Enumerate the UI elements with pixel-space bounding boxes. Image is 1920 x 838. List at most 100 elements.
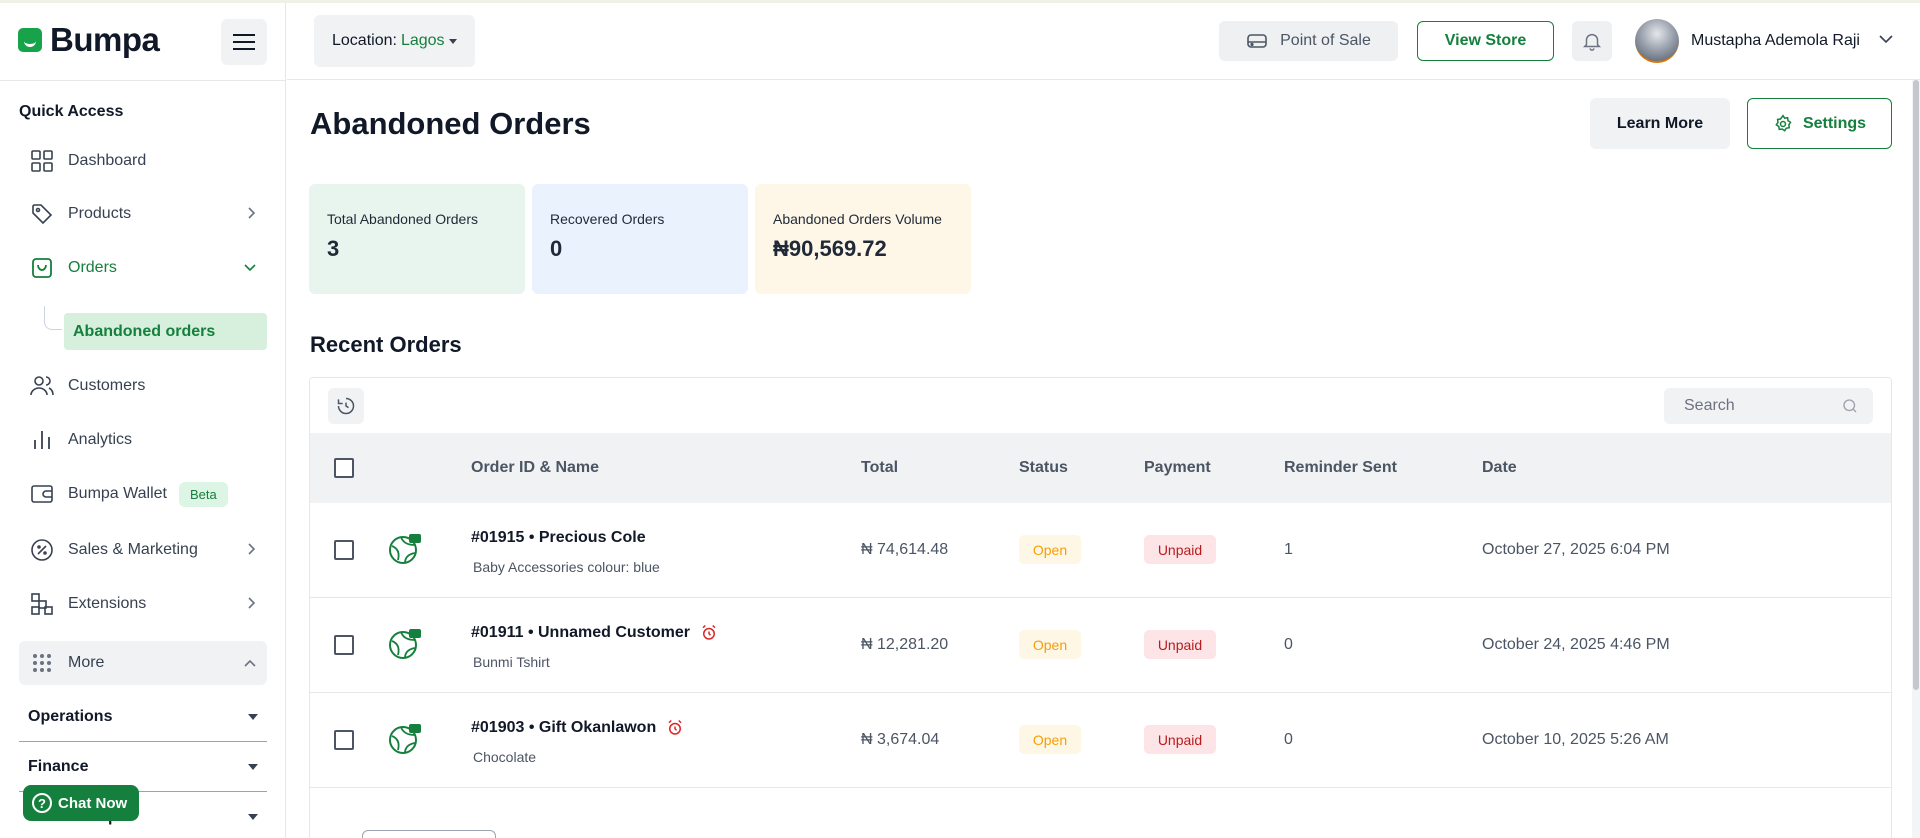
percent-icon — [28, 536, 56, 564]
grid-icon — [28, 147, 56, 175]
search-box — [1664, 388, 1873, 424]
order-title: #01911 • Unnamed Customer — [471, 624, 691, 641]
subnav-connector — [44, 306, 62, 330]
order-title: #01903 • Gift Okanlawon — [471, 719, 657, 736]
users-icon — [28, 372, 56, 400]
sidebar-item-dashboard[interactable]: Dashboard — [19, 141, 267, 181]
status-badge: Open — [1019, 725, 1081, 754]
sidebar-item-label: Orders — [68, 259, 117, 276]
order-total: ₦ 3,674.04 — [861, 731, 940, 748]
sidebar-item-label: Extensions — [68, 595, 147, 612]
sidebar-item-customers[interactable]: Customers — [19, 366, 267, 406]
sidebar-divider — [0, 80, 285, 81]
row-checkbox[interactable] — [334, 635, 354, 655]
stat-value: ₦90,569.72 — [773, 236, 887, 261]
learn-more-button[interactable]: Learn More — [1590, 98, 1730, 149]
hamburger-icon — [233, 41, 255, 43]
chevron-right-icon — [248, 207, 256, 219]
sidebar: Bumpa Quick Access Dashboard Products Or… — [0, 3, 286, 838]
sidebar-item-label: Analytics — [68, 431, 133, 448]
payment-badge: Unpaid — [1144, 535, 1216, 564]
reminder-count: 1 — [1284, 541, 1293, 558]
row-checkbox[interactable] — [334, 730, 354, 750]
stat-value: 3 — [327, 236, 340, 261]
sidebar-item-more[interactable]: More — [19, 641, 267, 685]
refresh-button[interactable] — [328, 388, 364, 424]
brand-name: Bumpa — [50, 21, 160, 58]
user-name[interactable]: Mustapha Ademola Raji — [1691, 32, 1860, 50]
sidebar-item-bumpa-wallet[interactable]: Bumpa Wallet Beta — [19, 474, 267, 514]
sidebar-item-extensions[interactable]: Extensions — [19, 584, 267, 624]
column-header-reminder[interactable]: Reminder Sent — [1284, 459, 1397, 477]
chevron-down-icon[interactable] — [1878, 34, 1894, 44]
pos-terminal-icon — [1247, 34, 1267, 48]
column-header-order[interactable]: Order ID & Name — [471, 459, 599, 477]
menu-toggle-button[interactable] — [221, 19, 267, 65]
sidebar-subitem-abandoned-orders[interactable]: Abandoned orders — [64, 313, 267, 350]
location-label: Location: — [332, 32, 397, 49]
online-store-globe-icon — [389, 629, 421, 659]
select-all-checkbox[interactable] — [334, 458, 354, 478]
status-badge: Open — [1019, 535, 1081, 564]
column-header-date[interactable]: Date — [1482, 459, 1517, 477]
payment-badge: Unpaid — [1144, 725, 1216, 754]
search-input[interactable] — [1684, 397, 1834, 415]
sidebar-item-label: Bumpa Wallet — [68, 485, 167, 502]
dots-grid-icon — [28, 649, 56, 677]
stat-card-volume: Abandoned Orders Volume ₦90,569.72 — [755, 184, 971, 294]
sidebar-item-label: Products — [68, 205, 132, 222]
settings-button[interactable]: Settings — [1747, 98, 1892, 149]
beta-badge: Beta — [179, 481, 228, 507]
row-checkbox[interactable] — [334, 540, 354, 560]
caret-down-icon — [248, 714, 258, 720]
chat-now-label: Chat Now — [58, 794, 128, 812]
order-date: October 27, 2025 6:04 PM — [1482, 541, 1670, 558]
order-id-name[interactable]: #01915 • Precious Cole — [471, 529, 646, 547]
bumpa-bag-icon — [18, 28, 42, 52]
column-header-total[interactable]: Total — [861, 459, 898, 477]
refresh-icon — [337, 397, 355, 415]
orders-table: Order ID & Name Total Status Payment Rem… — [309, 377, 1892, 838]
sidebar-item-products[interactable]: Products — [19, 194, 267, 234]
chevron-right-icon — [248, 543, 256, 555]
bell-icon — [1582, 33, 1602, 51]
column-header-status[interactable]: Status — [1019, 459, 1068, 477]
brand-logo[interactable]: Bumpa — [18, 21, 160, 59]
extensions-icon — [28, 590, 56, 618]
search-icon[interactable] — [1841, 397, 1859, 415]
order-id-name[interactable]: #01911 • Unnamed Customer — [471, 624, 718, 642]
order-product: Bunmi Tshirt — [473, 654, 550, 670]
stat-label: Total Abandoned Orders — [327, 211, 478, 227]
bag-icon — [28, 254, 56, 282]
table-row[interactable]: #01915 • Precious Cole Baby Accessories … — [310, 503, 1891, 598]
tag-icon — [28, 200, 56, 228]
table-header: Order ID & Name Total Status Payment Rem… — [310, 433, 1891, 503]
sidebar-item-sales-marketing[interactable]: Sales & Marketing — [19, 530, 267, 570]
view-store-button[interactable]: View Store — [1417, 21, 1554, 61]
table-row[interactable]: #01911 • Unnamed Customer Bunmi Tshirt ₦… — [310, 598, 1891, 693]
pagination-control[interactable] — [362, 830, 496, 838]
online-store-globe-icon — [389, 724, 421, 754]
chat-now-button[interactable]: ? Chat Now — [23, 785, 139, 821]
page-scrollbar[interactable] — [1912, 80, 1920, 838]
payment-badge: Unpaid — [1144, 630, 1216, 659]
avatar[interactable] — [1635, 19, 1679, 63]
location-selector[interactable]: Location: Lagos — [314, 15, 475, 67]
topbar: Location: Lagos Point of Sale View Store… — [287, 3, 1920, 80]
chevron-right-icon — [248, 597, 256, 609]
scrollbar-thumb[interactable] — [1913, 80, 1919, 690]
settings-label: Settings — [1802, 114, 1867, 132]
sidebar-item-analytics[interactable]: Analytics — [19, 420, 267, 460]
alarm-clock-icon — [702, 624, 716, 640]
order-id-name[interactable]: #01903 • Gift Okanlawon — [471, 719, 684, 737]
column-header-payment[interactable]: Payment — [1144, 459, 1211, 477]
stat-value: 0 — [550, 236, 563, 261]
sidebar-item-label: Dashboard — [68, 152, 147, 169]
sidebar-item-orders[interactable]: Orders — [19, 248, 267, 288]
order-product: Baby Accessories colour: blue — [473, 559, 660, 575]
section-operations[interactable]: Operations — [28, 708, 112, 726]
notifications-button[interactable] — [1572, 21, 1612, 61]
table-row[interactable]: #01903 • Gift Okanlawon Chocolate ₦ 3,67… — [310, 693, 1891, 788]
section-finance[interactable]: Finance — [28, 758, 88, 776]
point-of-sale-button[interactable]: Point of Sale — [1219, 21, 1398, 61]
